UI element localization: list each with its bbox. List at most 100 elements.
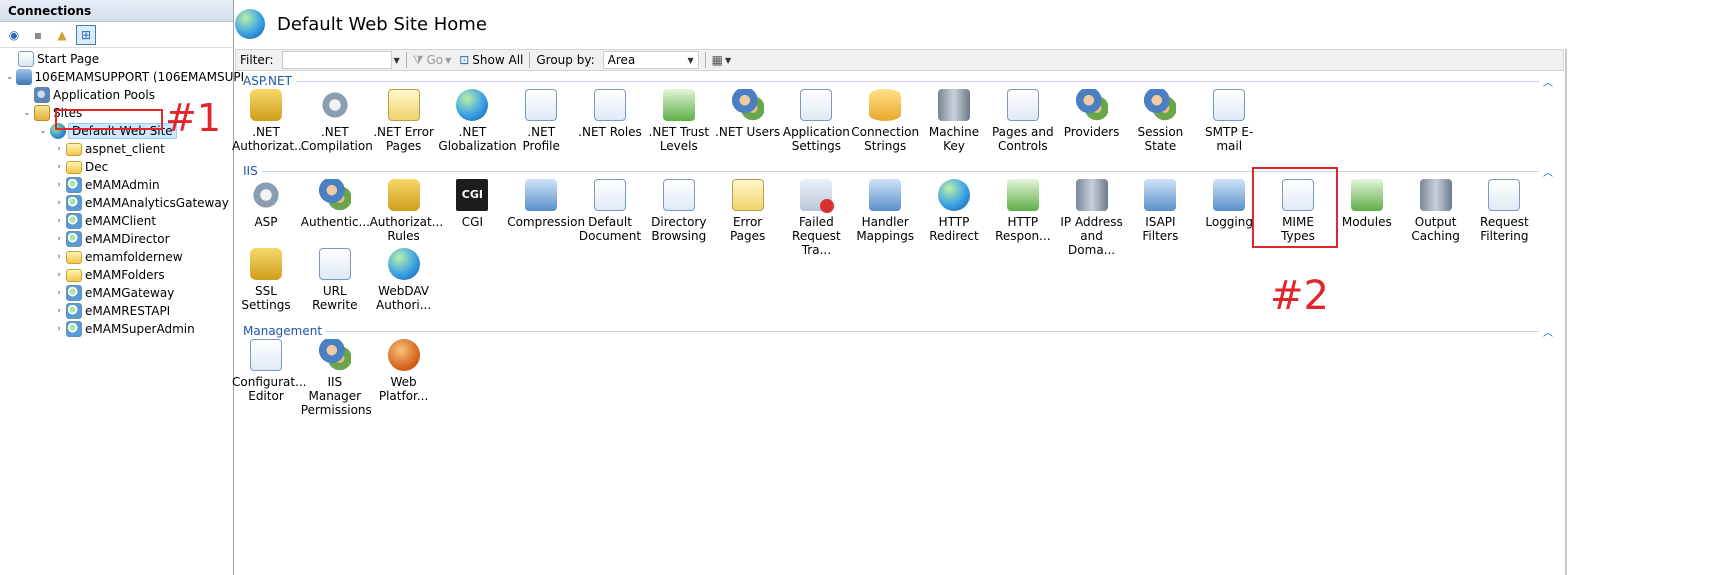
blue-icon [869,179,902,211]
feature-item[interactable]: Failed Request Tra... [782,179,850,257]
feature-item[interactable]: IP Address and Doma... [1058,179,1126,257]
feature-item[interactable]: Pages and Controls [989,89,1057,153]
feature-item[interactable]: .NET Trust Levels [645,89,713,153]
feature-item[interactable]: .NET Users [714,89,782,139]
filter-dropdown-icon[interactable]: ▼ [394,56,400,65]
feature-label-line2: and Doma... [1068,229,1116,257]
feature-item[interactable]: .NET Profile [507,89,575,153]
feature-label-line2: Strings [864,139,907,153]
feature-item[interactable]: SSL Settings [232,248,300,312]
chevron-right-icon[interactable]: › [54,252,64,262]
chevron-right-icon[interactable]: › [54,306,64,316]
vertical-scrollbar[interactable] [1565,49,1567,575]
collapse-icon[interactable]: ︿ [1543,324,1553,339]
chevron-right-icon[interactable]: › [54,234,64,244]
tree-item[interactable]: › eMAMSuperAdmin [0,320,233,338]
feature-item[interactable]: ASP [232,179,300,229]
feature-item[interactable]: Providers [1058,89,1126,139]
chevron-right-icon[interactable]: › [54,162,64,172]
feature-item[interactable]: .NET Error Pages [370,89,438,153]
group-header[interactable]: IIS ︿ [243,163,1553,179]
feature-item[interactable]: URL Rewrite [301,248,369,312]
chevron-right-icon[interactable]: › [54,288,64,298]
chevron-right-icon[interactable]: › [54,198,64,208]
feature-item[interactable]: Error Pages [714,179,782,243]
feature-item[interactable]: Handler Mappings [851,179,919,243]
feature-item[interactable]: Machine Key [920,89,988,153]
network-icon[interactable]: ⊞ [76,24,96,45]
feature-item[interactable]: ISAPI Filters [1126,179,1194,243]
highlight-box-1 [55,109,163,130]
feature-label: Handler [861,215,909,229]
feature-item[interactable]: Session State [1126,89,1194,153]
feature-item[interactable]: Configurat... Editor [232,339,307,403]
feature-item[interactable]: CGI CGI [438,179,506,229]
tree-item[interactable]: › eMAMDirector [0,230,233,248]
feature-item[interactable]: Authorizat... Rules [370,179,443,243]
feature-item[interactable]: Default Document [576,179,644,243]
feature-item[interactable]: HTTP Respon... [989,179,1057,243]
up-folder-icon[interactable]: ▲ [52,25,72,45]
tree-item[interactable]: › eMAMGateway [0,284,233,302]
feature-label: CGI [461,215,483,229]
feature-item[interactable]: .NET Compilation [301,89,373,153]
doc-icon [800,89,833,121]
feature-item[interactable]: Application Settings [782,89,850,153]
save-icon[interactable]: ▪ [28,25,48,45]
group-name: Management [243,324,323,338]
chevron-down-icon[interactable]: ⌄ [38,126,48,136]
feature-item[interactable]: .NET Authorizat... [232,89,306,153]
feature-item[interactable]: Output Caching [1402,179,1470,243]
feature-item[interactable]: Request Filtering [1470,179,1538,243]
chevron-down-icon[interactable]: ⌄ [6,72,14,82]
feature-item[interactable]: HTTP Redirect [920,179,988,243]
chevron-down-icon[interactable]: ⌄ [22,108,32,118]
tree-item[interactable]: Start Page [0,50,233,68]
feature-item[interactable]: Directory Browsing [645,179,713,243]
feature-item[interactable]: .NET Globalization [438,89,517,153]
chevron-right-icon[interactable]: › [54,324,64,334]
tree-item-label: emamfoldernew [85,250,183,264]
tree-item-label: eMAMFolders [85,268,165,282]
chevron-right-icon[interactable]: › [54,180,64,190]
chevron-down-icon[interactable]: ▼ [445,56,451,65]
group-header[interactable]: ASP.NET ︿ [243,73,1553,89]
collapse-icon[interactable]: ︿ [1543,164,1553,179]
feature-item[interactable]: Connection Strings [851,89,919,153]
view-mode-button[interactable]: ▦ ▼ [708,53,736,67]
feature-item[interactable]: WebDAV Authori... [370,248,438,312]
feature-item[interactable]: SMTP E-mail [1195,89,1263,153]
show-all-label: Show All [472,53,524,67]
tree-item[interactable]: › eMAMAdmin [0,176,233,194]
chevron-right-icon[interactable]: › [54,216,64,226]
feature-item[interactable]: Web Platfor... [370,339,438,403]
tree-item[interactable]: › Dec [0,158,233,176]
group-header[interactable]: Management ︿ [243,323,1553,339]
tree-item-label: eMAMGateway [85,286,175,300]
tree-item[interactable]: › aspnet_client [0,140,233,158]
tree-item[interactable]: › eMAMAnalyticsGateway [0,194,233,212]
filter-input[interactable] [281,51,392,69]
feature-item[interactable]: IIS Manager Permissions [301,339,372,417]
collapse-icon[interactable]: ︿ [1543,74,1553,89]
feature-item[interactable]: Compression [507,179,585,229]
show-all-button[interactable]: ⊡ Show All [455,53,527,67]
tree-item[interactable]: › emamfoldernew [0,248,233,266]
feature-label: Connection [851,125,920,139]
tree-item[interactable]: › eMAMRESTAPI [0,302,233,320]
app-icon [66,195,82,211]
feature-item[interactable]: Modules [1333,179,1401,229]
server-icon [15,69,32,85]
go-button[interactable]: ⧩ Go ▼ [409,53,456,68]
globe-connect-icon[interactable]: ◉ [4,25,24,45]
feature-item[interactable]: .NET Roles [576,89,644,139]
feature-item[interactable]: Authentic... [301,179,370,229]
chevron-right-icon[interactable]: › [54,270,64,280]
tree-item[interactable]: ⌄ 106EMAMSUPPORT (106EMAMSUPI [0,68,244,86]
pool-icon [34,87,50,103]
tree-item[interactable]: › eMAMClient [0,212,233,230]
feature-label-line2: Caching [1411,229,1460,243]
tree-item[interactable]: › eMAMFolders [0,266,233,284]
group-by-select[interactable]: Area ▼ [602,51,699,69]
chevron-right-icon[interactable]: › [54,144,64,154]
